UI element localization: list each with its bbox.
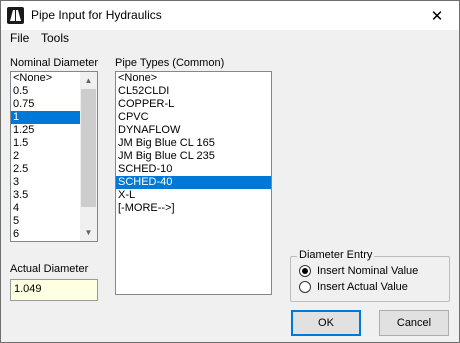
list-item[interactable]: COPPER-L	[116, 98, 271, 111]
actual-diameter-field[interactable]: 1.049	[10, 279, 98, 301]
radio-label: Insert Actual Value	[317, 281, 408, 293]
ok-button[interactable]: OK	[291, 310, 361, 336]
window-title: Pipe Input for Hydraulics	[31, 8, 162, 22]
radio-insert-nominal[interactable]: Insert Nominal Value	[299, 265, 418, 277]
nominal-diameter-label: Nominal Diameter	[10, 57, 99, 69]
dialog-window: Pipe Input for Hydraulics ✕ File Tools N…	[0, 0, 460, 343]
list-item[interactable]: [-MORE-->]	[116, 202, 271, 215]
list-item[interactable]: SCHED-40	[116, 176, 271, 189]
cancel-button[interactable]: Cancel	[379, 310, 449, 336]
scroll-thumb[interactable]	[81, 89, 96, 207]
list-item[interactable]: JM Big Blue CL 235	[116, 150, 271, 163]
pipe-types-label: Pipe Types (Common)	[115, 57, 225, 69]
menu-tools[interactable]: Tools	[41, 30, 69, 47]
menu-bar: File Tools	[1, 30, 459, 49]
actual-diameter-label: Actual Diameter	[10, 263, 89, 275]
app-icon	[7, 7, 24, 24]
nominal-diameter-list[interactable]: <None> 0.5 0.75 1 1.25 1.5 2 2.5 3 3.5 4 5 6 ▲ ▼	[10, 71, 98, 242]
list-item[interactable]: SCHED-10	[116, 163, 271, 176]
radio-insert-actual[interactable]: Insert Actual Value	[299, 281, 408, 293]
list-item[interactable]: JM Big Blue CL 165	[116, 137, 271, 150]
list-item[interactable]: CL52CLDI	[116, 85, 271, 98]
radio-label: Insert Nominal Value	[317, 265, 419, 277]
diameter-entry-title: Diameter Entry	[297, 249, 375, 261]
scroll-up-icon[interactable]: ▲	[80, 72, 97, 89]
radio-button[interactable]	[299, 265, 311, 277]
list-item[interactable]: CPVC	[116, 111, 271, 124]
close-icon[interactable]: ✕	[415, 1, 459, 30]
radio-button[interactable]	[299, 281, 311, 293]
list-item[interactable]: DYNAFLOW	[116, 124, 271, 137]
diameter-entry-group: Diameter Entry Insert Nominal Value Inse…	[290, 249, 450, 302]
pipe-types-list[interactable]: <None> CL52CLDI COPPER-L CPVC DYNAFLOW JM Big…	[115, 71, 272, 295]
title-bar: Pipe Input for Hydraulics ✕	[1, 1, 459, 30]
list-item[interactable]: <None>	[116, 72, 271, 85]
nominal-scrollbar[interactable]: ▲ ▼	[80, 72, 97, 241]
scroll-down-icon[interactable]: ▼	[80, 224, 97, 241]
pipe-items: <None> CL52CLDI COPPER-L CPVC DYNAFLOW JM Big…	[116, 72, 271, 215]
menu-file[interactable]: File	[10, 30, 29, 47]
list-item[interactable]: X-L	[116, 189, 271, 202]
